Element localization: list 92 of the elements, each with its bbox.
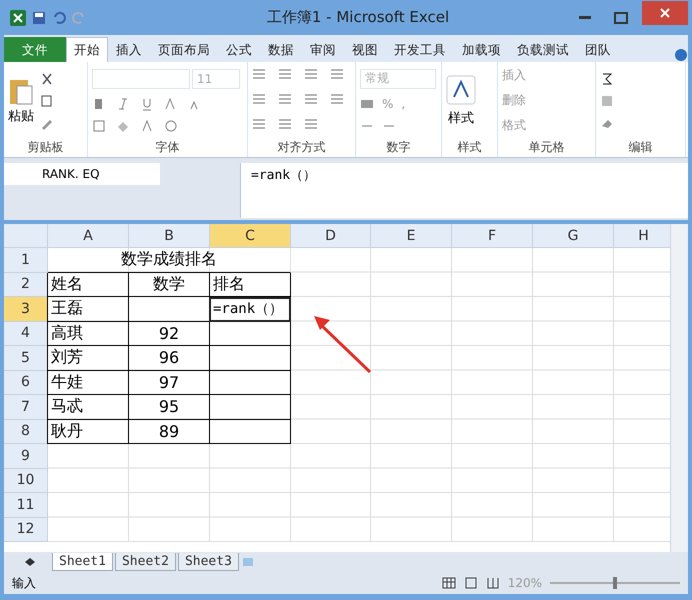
row-header[interactable]: 9 xyxy=(4,444,48,468)
align-icon[interactable] xyxy=(304,117,318,131)
cut-icon[interactable] xyxy=(40,72,54,86)
row-header[interactable]: 12 xyxy=(4,518,48,542)
page-layout-icon[interactable] xyxy=(464,576,478,590)
align-icon[interactable] xyxy=(304,67,318,81)
ribbon-tab[interactable]: 视图 xyxy=(344,37,386,62)
ribbon-tab[interactable]: 数据 xyxy=(260,37,302,62)
row-header[interactable]: 3 xyxy=(4,297,48,322)
excel-logo-icon[interactable] xyxy=(10,10,26,26)
row-header[interactable]: 1 xyxy=(4,248,48,272)
align-icon[interactable] xyxy=(252,67,266,81)
column-header[interactable]: F xyxy=(452,224,533,248)
group-label: 单元格 xyxy=(528,139,566,156)
underline-icon[interactable] xyxy=(140,96,154,110)
ribbon-tab[interactable]: 审阅 xyxy=(302,37,344,62)
table-cell: 89 xyxy=(128,420,210,444)
table-cell: 姓名 xyxy=(47,272,129,297)
column-header[interactable]: E xyxy=(371,224,452,248)
table-cell: 马忒 xyxy=(47,395,129,420)
sheet-tab[interactable]: Sheet3 xyxy=(178,553,239,571)
close-icon xyxy=(659,6,671,18)
window-title: 工作簿1 - Microsoft Excel xyxy=(266,8,450,27)
ribbon-tab[interactable]: 开发工具 xyxy=(386,37,454,62)
column-header[interactable]: C xyxy=(210,224,291,248)
ribbon-tab[interactable]: 页面布局 xyxy=(150,37,218,62)
table-cell: 数学成绩排名 xyxy=(48,248,291,272)
italic-icon[interactable] xyxy=(116,96,130,110)
table-cell: 刘芳 xyxy=(47,346,129,370)
group-label: 数字 xyxy=(386,139,412,156)
row-header[interactable]: 6 xyxy=(4,370,48,395)
column-header[interactable]: G xyxy=(533,224,614,248)
undo-icon[interactable] xyxy=(52,10,66,24)
phonetic-icon[interactable] xyxy=(164,118,178,132)
maximize-icon xyxy=(614,12,628,24)
table-cell: 耿丹 xyxy=(47,420,129,444)
column-header[interactable]: A xyxy=(48,224,129,248)
group-label: 字体 xyxy=(154,139,180,156)
table-cell: 数学 xyxy=(128,272,210,297)
table-cell: 高琪 xyxy=(47,322,129,346)
table-cell: =rank（） xyxy=(209,297,291,322)
ribbon-tab[interactable]: 插入 xyxy=(108,37,150,62)
align-icon[interactable] xyxy=(252,92,266,106)
align-icon[interactable] xyxy=(330,67,344,81)
borders-icon[interactable] xyxy=(92,118,106,132)
row-header[interactable]: 2 xyxy=(4,272,48,297)
group-label: 剪贴板 xyxy=(26,139,64,156)
row-header[interactable]: 8 xyxy=(4,420,48,444)
font-color-icon[interactable] xyxy=(140,118,154,132)
row-header[interactable]: 11 xyxy=(4,493,48,518)
align-icon[interactable] xyxy=(304,92,318,106)
align-icon[interactable] xyxy=(252,117,266,131)
copy-icon[interactable] xyxy=(40,94,54,108)
page-break-icon[interactable] xyxy=(486,576,500,590)
column-header[interactable]: D xyxy=(291,224,371,248)
row-header[interactable]: 7 xyxy=(4,395,48,420)
row-header[interactable]: 10 xyxy=(4,468,48,493)
column-header[interactable]: B xyxy=(129,224,210,248)
normal-view-icon[interactable] xyxy=(442,576,456,590)
formula-field[interactable]: =rank（） xyxy=(240,163,688,218)
save-icon[interactable] xyxy=(32,10,46,24)
name-box[interactable]: RANK. EQ xyxy=(4,163,160,185)
align-icon[interactable] xyxy=(278,67,292,81)
minimize-icon xyxy=(579,16,591,20)
group-label: 编辑 xyxy=(628,139,654,156)
align-icon[interactable] xyxy=(278,117,292,131)
group-label: 对齐方式 xyxy=(276,139,326,156)
table-cell: 王磊 xyxy=(47,297,129,322)
table-cell: 牛娃 xyxy=(47,370,129,395)
vertical-scrollbar[interactable] xyxy=(670,224,688,552)
status-mode: 输入 xyxy=(12,574,36,592)
align-icon[interactable] xyxy=(330,92,344,106)
ribbon-tab[interactable]: 开始 xyxy=(66,37,108,62)
sheet-tab[interactable]: Sheet1 xyxy=(52,553,113,571)
group-label: 样式 xyxy=(456,139,482,156)
zoom-level: 120% xyxy=(508,576,542,590)
close-button[interactable] xyxy=(642,0,688,24)
ribbon-tab[interactable]: 加载项 xyxy=(454,37,509,62)
table-cell: 97 xyxy=(128,370,210,395)
ribbon-tab[interactable]: 负载测试 xyxy=(509,37,577,62)
table-cell: 92 xyxy=(128,322,210,346)
align-icon[interactable] xyxy=(278,92,292,106)
table-cell: 排名 xyxy=(209,272,291,297)
sheet-tab[interactable]: Sheet2 xyxy=(114,553,176,571)
file-tab[interactable]: 文件 xyxy=(4,37,66,62)
ribbon-tab[interactable]: 公式 xyxy=(218,37,260,62)
ribbon-tab[interactable]: 团队 xyxy=(577,37,619,62)
arrow-annotation xyxy=(312,314,374,376)
row-header[interactable]: 5 xyxy=(4,346,48,370)
autosum-icon[interactable] xyxy=(600,72,614,86)
paste-button[interactable]: 粘贴 xyxy=(8,76,34,124)
row-header[interactable]: 4 xyxy=(4,322,48,346)
